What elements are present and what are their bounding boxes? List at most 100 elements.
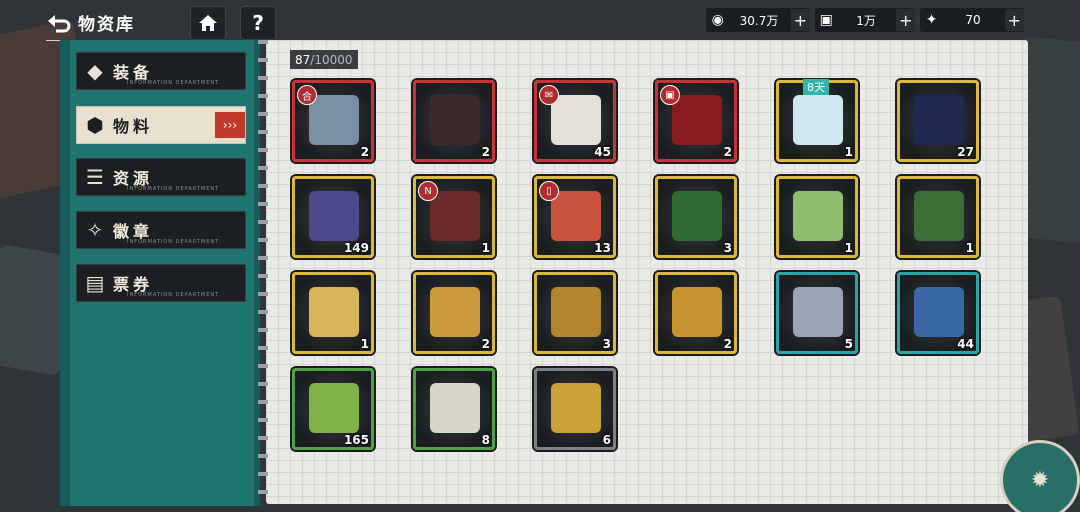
inventory-capacity: 87 /10000 <box>290 50 358 69</box>
blue-canister-icon <box>914 287 964 337</box>
red-ticket-icon <box>551 191 601 241</box>
inventory-item-letters-bundle[interactable]: 合2 <box>292 80 374 162</box>
inventory-item-blue-canister[interactable]: 44 <box>897 272 979 354</box>
page-title: 物资库 <box>78 14 135 35</box>
ticket-icon: ▣ <box>819 12 833 28</box>
inventory-item-red-ticket[interactable]: ▯ 13 <box>534 176 616 258</box>
item-count: 45 <box>594 145 611 159</box>
back-button[interactable]: 物资库 <box>46 6 186 38</box>
item-count: 2 <box>481 337 490 351</box>
item-count: 27 <box>957 145 974 159</box>
inventory-item-orb-capsule[interactable]: 6 <box>534 368 616 450</box>
item-count: 1 <box>844 145 853 159</box>
currency-ticket: ▣ 1万 + <box>815 8 916 32</box>
gold-structure-icon <box>672 287 722 337</box>
item-count: 1 <box>481 241 490 255</box>
item-count: 2 <box>723 145 732 159</box>
item-count: 165 <box>343 433 369 447</box>
philosophy-book-icon <box>914 95 964 145</box>
item-count: 6 <box>602 433 611 447</box>
inventory-item-philosophy-book[interactable]: 27 <box>897 80 979 162</box>
currency-value: 30.7万 <box>739 13 779 28</box>
item-tag-icon: ▣ <box>660 85 680 105</box>
key-card-icon <box>430 191 480 241</box>
inventory-item-gold-structure[interactable]: 2 <box>655 272 737 354</box>
inventory-item-battery-cell[interactable]: 149 <box>292 176 374 258</box>
materials-icon: ⬢ <box>86 113 104 137</box>
inventory-item-spray-bottle[interactable]: 8天 1 <box>776 79 858 162</box>
sealed-envelope-icon <box>551 95 601 145</box>
inventory-item-green-canister[interactable]: 165 <box>292 368 374 450</box>
add-currency-button[interactable]: + <box>896 9 916 31</box>
item-count: 44 <box>957 337 974 351</box>
item-count: 149 <box>343 241 369 255</box>
inventory-item-brass-tools[interactable]: 3 <box>534 272 616 354</box>
tea-dish-icon <box>914 191 964 241</box>
equipment-icon: ◆ <box>87 59 103 83</box>
currency-value: 70 <box>965 13 981 27</box>
currency-crystal: ✦ 70 + <box>920 8 1024 32</box>
item-count: 2 <box>360 145 369 159</box>
item-count: 1 <box>844 241 853 255</box>
badge-icon: ✧ <box>86 218 104 242</box>
tea-bowl-icon <box>672 191 722 241</box>
item-count: 8 <box>481 433 490 447</box>
item-tag-icon: ✉ <box>539 85 559 105</box>
cloud-token-icon <box>430 287 480 337</box>
add-currency-button[interactable]: + <box>790 9 810 31</box>
red-application-icon <box>672 95 722 145</box>
inventory-item-sealed-envelope[interactable]: ✉ 45 <box>534 80 616 162</box>
sidebar-item-sub: INFORMATION DEPARTMENT <box>127 239 220 245</box>
category-sidebar: ◆ 装备 INFORMATION DEPARTMENT ⬢ 物料 ☰ 资源 IN… <box>60 40 260 506</box>
spray-bottle-icon <box>793 95 843 145</box>
top-bar: 物资库 ? ◉ 30.7万 + ▣ 1万 + ✦ 70 + <box>0 0 1080 42</box>
document-box-icon <box>430 383 480 433</box>
battery-cell-icon <box>309 191 359 241</box>
home-icon <box>199 15 217 31</box>
inventory-item-tea-leaves-bowl[interactable]: 1 <box>776 176 858 258</box>
inventory-item-tea-bowl[interactable]: 3 <box>655 176 737 258</box>
item-count: 1 <box>965 241 974 255</box>
item-tag-icon: ▯ <box>539 181 559 201</box>
inventory-item-open-book[interactable]: 1 <box>292 272 374 354</box>
socio-logy-book-icon <box>430 95 480 145</box>
item-count: 3 <box>602 337 611 351</box>
sidebar-item-badges[interactable]: ✧ 徽章 INFORMATION DEPARTMENT <box>76 211 246 249</box>
item-count: 2 <box>723 337 732 351</box>
sidebar-item-materials[interactable]: ⬢ 物料 <box>76 106 246 144</box>
inventory-item-red-application[interactable]: ▣ 2 <box>655 80 737 162</box>
help-icon: ? <box>252 11 264 35</box>
capacity-max: /10000 <box>310 52 353 67</box>
crystal-icon: ✦ <box>925 12 938 28</box>
sidebar-item-sub: INFORMATION DEPARTMENT <box>127 80 220 86</box>
inventory-item-cloud-token[interactable]: 2 <box>413 272 495 354</box>
home-button[interactable] <box>190 6 226 40</box>
help-button[interactable]: ? <box>240 6 276 40</box>
inventory-item-socio-logy-book[interactable]: 2 <box>413 80 495 162</box>
sidebar-item-sub: INFORMATION DEPARTMENT <box>127 292 220 298</box>
compass-emblem-icon[interactable]: ✹ <box>1000 440 1080 512</box>
brass-tools-icon <box>551 287 601 337</box>
item-count: 5 <box>844 337 853 351</box>
item-count: 1 <box>360 337 369 351</box>
sidebar-item-equipment[interactable]: ◆ 装备 INFORMATION DEPARTMENT <box>76 52 246 90</box>
inventory-item-key-card[interactable]: N1 <box>413 176 495 258</box>
inventory-item-tea-dish[interactable]: 1 <box>897 176 979 258</box>
sidebar-item-sub: INFORMATION DEPARTMENT <box>127 186 220 192</box>
item-tag-icon: 合 <box>297 85 317 105</box>
item-timer-badge: 8天 <box>803 79 829 95</box>
sidebar-item-resources[interactable]: ☰ 资源 INFORMATION DEPARTMENT <box>76 158 246 196</box>
item-tag-icon: N <box>418 181 438 201</box>
green-canister-icon <box>309 383 359 433</box>
item-count: 2 <box>481 145 490 159</box>
tea-leaves-bowl-icon <box>793 191 843 241</box>
add-currency-button[interactable]: + <box>1004 9 1024 31</box>
manual-booklet-icon <box>793 287 843 337</box>
currency-coin: ◉ 30.7万 + <box>706 8 810 32</box>
sidebar-item-vouchers[interactable]: ▤ 票券 INFORMATION DEPARTMENT <box>76 264 246 302</box>
voucher-icon: ▤ <box>85 271 105 295</box>
orb-capsule-icon <box>551 383 601 433</box>
inventory-item-manual-booklet[interactable]: 5 <box>776 272 858 354</box>
inventory-item-document-box[interactable]: 8 <box>413 368 495 450</box>
currency-value: 1万 <box>856 13 876 28</box>
